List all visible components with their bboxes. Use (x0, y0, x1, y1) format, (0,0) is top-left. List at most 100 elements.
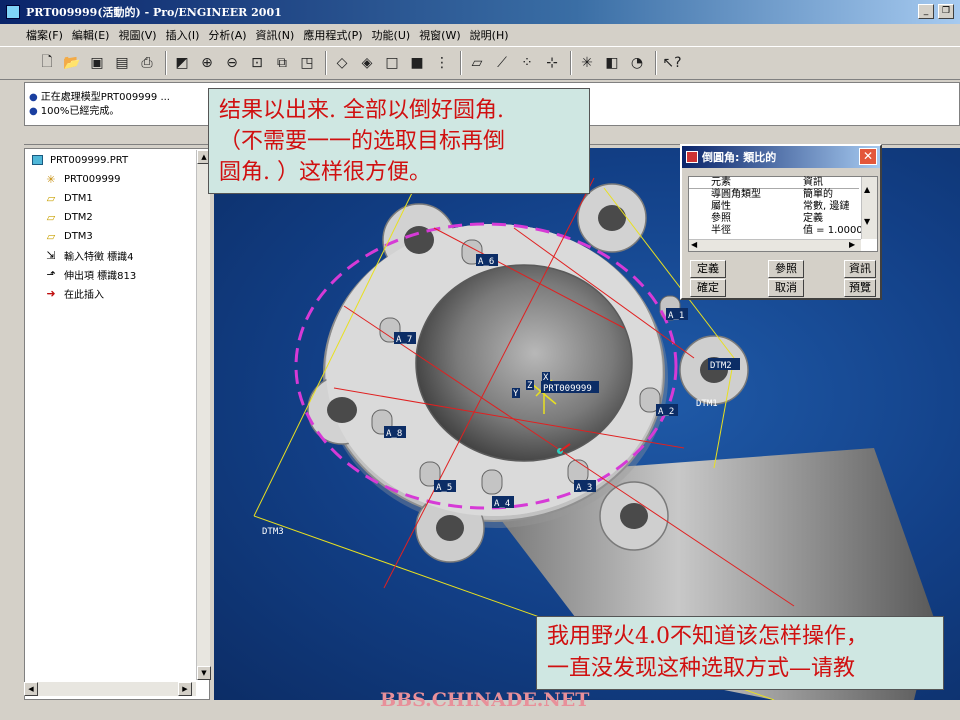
annotation-line: 圆角. ）这样很方便。 (219, 160, 431, 185)
scroll-right-arrow-icon[interactable]: ▶ (849, 240, 855, 249)
no-hidden-icon[interactable]: □ (381, 52, 403, 74)
svg-text:A_8: A_8 (386, 429, 402, 439)
table-row[interactable]: 屬性 常數, 邊鏈 (689, 201, 859, 213)
annotation-top: 结果以出来. 全部以倒好圆角. （不需要一一的选取目标再倒 圆角. ）这样很方便… (208, 88, 590, 194)
annotation-line: 结果以出来. 全部以倒好圆角. (219, 98, 504, 123)
references-button[interactable]: 參照 (768, 260, 804, 278)
table-row[interactable]: 半徑值 = 1.0000 (689, 225, 863, 237)
context-help-icon[interactable]: ↖? (661, 52, 683, 74)
model-tree-vertical-scrollbar[interactable]: ▲ ▼ (196, 150, 211, 680)
zoom-out-icon[interactable]: ⊖ (221, 52, 243, 74)
toolbar-separator (460, 51, 462, 75)
menu-applications[interactable]: 應用程式(P) (303, 27, 362, 43)
save-copy-icon[interactable]: ▤ (111, 52, 133, 74)
annotation-line: 我用野火4.0不知道该怎样操作， (547, 624, 868, 649)
model-tree: PRT009999.PRT ✳ PRT009999 ▱ DTM1 ▱ DTM2 … (24, 148, 210, 700)
info-button[interactable]: 資訊 (844, 260, 876, 278)
orientation-icon[interactable]: ◔ (626, 52, 648, 74)
ok-button[interactable]: 確定 (690, 279, 726, 297)
menu-insert[interactable]: 插入(I) (166, 27, 200, 43)
preview-button[interactable]: 預覽 (844, 279, 876, 297)
new-icon[interactable]: 🗋 (36, 52, 58, 74)
svg-text:A_2: A_2 (658, 407, 674, 417)
tree-item-dtm1[interactable]: ▱ DTM1 (43, 189, 93, 207)
menu-view[interactable]: 視圖(V) (118, 27, 156, 43)
window-title: PRT009999(活動的) - Pro/ENGINEER 2001 (26, 6, 282, 19)
datum-plane-icon: ▱ (46, 229, 56, 243)
table-header: 元素 資訊 (689, 177, 859, 189)
csys-label: PRT009999 (541, 381, 599, 394)
menu-analysis[interactable]: 分析(A) (208, 27, 246, 43)
menu-info[interactable]: 資訊(N) (256, 27, 295, 43)
tree-item-insert-here[interactable]: ➜ 在此插入 (43, 284, 104, 302)
table-horizontal-scrollbar[interactable]: ◀ ▶ (689, 239, 861, 251)
define-button[interactable]: 定義 (690, 260, 726, 278)
toolbar-separator (325, 51, 327, 75)
model-tree-icon[interactable]: ⋮ (431, 52, 453, 74)
open-icon[interactable]: 📂 (61, 52, 83, 74)
repaint-icon[interactable]: ◩ (171, 52, 193, 74)
toolbar: 🗋 📂 ▣ ▤ ⎙ ◩ ⊕ ⊖ ⊡ ⧉ ◳ ◇ ◈ □ ■ ⋮ ▱ ⟋ ⁘ ⊹ … (0, 46, 960, 80)
hidden-line-icon[interactable]: ◈ (356, 52, 378, 74)
minimize-button[interactable]: _ (918, 4, 934, 19)
round-dialog: 倒圓角: 類比的 ✕ 元素 資訊 導圓角類型 簡單的 屬性 常數, 邊鏈 參照 定義 半… (680, 144, 882, 300)
svg-text:A_7: A_7 (396, 335, 412, 345)
table-vertical-scrollbar[interactable]: ▲ ▼ (861, 177, 877, 239)
bullet-icon: ● (29, 106, 38, 117)
layer-icon[interactable]: ◧ (601, 52, 623, 74)
round-feature-icon (686, 151, 698, 163)
table-row[interactable]: 參照 定義 (689, 213, 859, 225)
scroll-right-arrow-icon[interactable]: ▶ (178, 682, 192, 696)
tree-item-csys[interactable]: ✳ PRT009999 (43, 170, 120, 188)
model-tree-horizontal-scrollbar[interactable]: ◀ ▶ (24, 682, 196, 696)
spin-center-icon[interactable]: ✳ (576, 52, 598, 74)
tree-item-import-feature[interactable]: ⇲ 輸入特徵 標識4 (43, 246, 133, 264)
save-icon[interactable]: ▣ (86, 52, 108, 74)
tree-item-dtm2[interactable]: ▱ DTM2 (43, 208, 93, 226)
annotation-line: （不需要一一的选取目标再倒 (219, 129, 506, 154)
shading-icon[interactable]: ■ (406, 52, 428, 74)
axis-label-a1: A_1 (666, 308, 688, 321)
zoom-in-icon[interactable]: ⊕ (196, 52, 218, 74)
protrusion-icon: ⬏ (46, 267, 56, 281)
bullet-icon: ● (29, 92, 38, 103)
coordinate-systems-icon[interactable]: ⊹ (541, 52, 563, 74)
insert-here-arrow-icon: ➜ (46, 286, 56, 300)
menu-bar: 檔案(F) 編輯(E) 視圖(V) 插入(I) 分析(A) 資訊(N) 應用程式… (0, 24, 960, 45)
orient-icon[interactable]: ⧉ (271, 52, 293, 74)
axis-label-a2: A_2 (656, 404, 678, 417)
svg-text:DTM1: DTM1 (696, 399, 718, 409)
datum-planes-icon[interactable]: ▱ (466, 52, 488, 74)
datum-points-icon[interactable]: ⁘ (516, 52, 538, 74)
restore-button[interactable]: ❐ (938, 4, 954, 19)
menu-help[interactable]: 說明(H) (470, 27, 509, 43)
scroll-down-arrow-icon[interactable]: ▼ (197, 666, 211, 680)
menu-file[interactable]: 檔案(F) (26, 27, 63, 43)
scroll-left-arrow-icon[interactable]: ◀ (24, 682, 38, 696)
svg-text:DTM3: DTM3 (262, 527, 284, 537)
scroll-left-arrow-icon[interactable]: ◀ (691, 240, 697, 249)
table-row[interactable]: 導圓角類型 簡單的 (689, 189, 859, 201)
menu-utilities[interactable]: 功能(U) (372, 27, 411, 43)
cancel-button[interactable]: 取消 (768, 279, 804, 297)
import-feature-icon: ⇲ (46, 248, 56, 262)
print-icon[interactable]: ⎙ (136, 52, 158, 74)
tree-item-root[interactable]: PRT009999.PRT (29, 151, 128, 169)
svg-text:A_6: A_6 (478, 257, 494, 267)
view-manager-icon[interactable]: ◳ (296, 52, 318, 74)
csys-axis-label-y: Y (512, 388, 520, 399)
menu-edit[interactable]: 編輯(E) (72, 27, 110, 43)
svg-text:A_3: A_3 (576, 483, 592, 493)
wireframe-icon[interactable]: ◇ (331, 52, 353, 74)
tree-item-dtm3[interactable]: ▱ DTM3 (43, 227, 93, 245)
close-icon[interactable]: ✕ (859, 148, 877, 165)
scroll-down-arrow-icon[interactable]: ▼ (864, 217, 870, 226)
menu-window[interactable]: 視窗(W) (419, 27, 460, 43)
refit-icon[interactable]: ⊡ (246, 52, 268, 74)
axis-label-a5: A_5 (434, 480, 456, 493)
tree-item-protrusion[interactable]: ⬏ 伸出項 標識813 (43, 265, 136, 283)
element-info-table[interactable]: 元素 資訊 導圓角類型 簡單的 屬性 常數, 邊鏈 參照 定義 半徑值 = 1.0000… (688, 176, 878, 252)
datum-axes-icon[interactable]: ⟋ (491, 52, 513, 74)
scroll-up-arrow-icon[interactable]: ▲ (864, 185, 870, 194)
annotation-bottom: 我用野火4.0不知道该怎样操作， 一直没发现这种选取方式—请教 (536, 616, 944, 690)
